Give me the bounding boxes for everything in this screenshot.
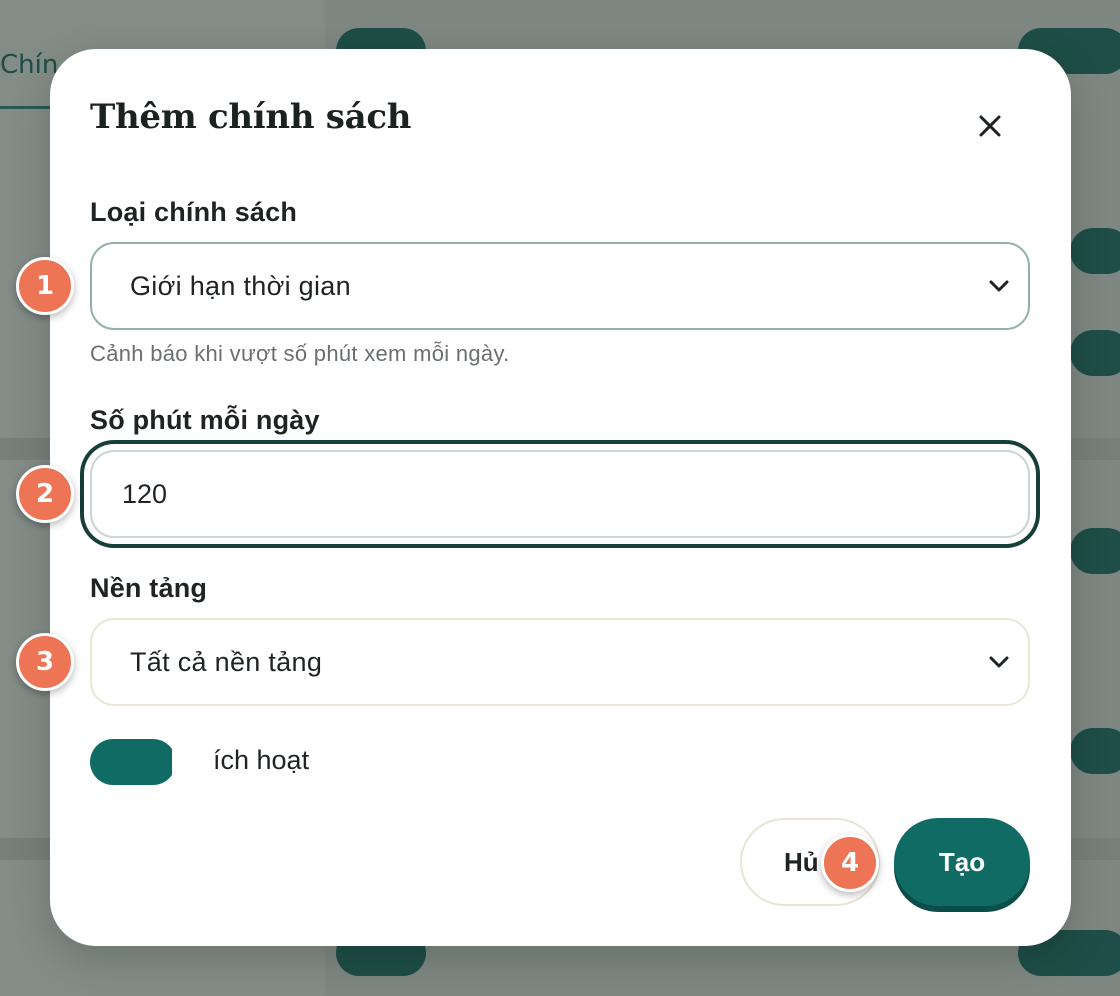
step-marker-4: 4 [821,834,879,892]
chevron-down-icon [986,649,1012,675]
background-pill [1070,728,1120,774]
active-toggle[interactable] [90,739,178,785]
policy-type-label: Loại chính sách [90,197,298,227]
background-pill [1070,330,1120,376]
minutes-per-day-label: Số phút mỗi ngày [90,405,320,435]
policy-type-value: Giới hạn thời gian [130,270,351,301]
platform-select[interactable]: Tất cả nền tảng [90,618,1030,706]
background-tab: Chín [0,50,59,80]
close-icon [978,114,1002,141]
policy-type-hint: Cảnh báo khi vượt số phút xem mỗi ngày. [90,341,510,366]
close-button[interactable] [968,105,1012,149]
platform-value: Tất cả nền tảng [130,646,323,677]
step-marker-1: 1 [16,257,74,315]
create-button[interactable]: Tạo [894,818,1030,906]
step-marker-2: 2 [16,465,74,523]
policy-type-select[interactable]: Giới hạn thời gian [90,242,1030,330]
minutes-per-day-input[interactable] [90,450,1030,538]
active-toggle-label: ích hoạt [213,745,310,775]
platform-label: Nền tảng [90,573,208,603]
chevron-down-icon [986,273,1012,299]
background-pill [1070,228,1120,274]
dialog-title: Thêm chính sách [90,97,412,137]
background-pill [1070,528,1120,574]
add-policy-dialog: Thêm chính sách Loại chính sách Giới hạn… [50,49,1071,946]
step-marker-3: 3 [16,633,74,691]
